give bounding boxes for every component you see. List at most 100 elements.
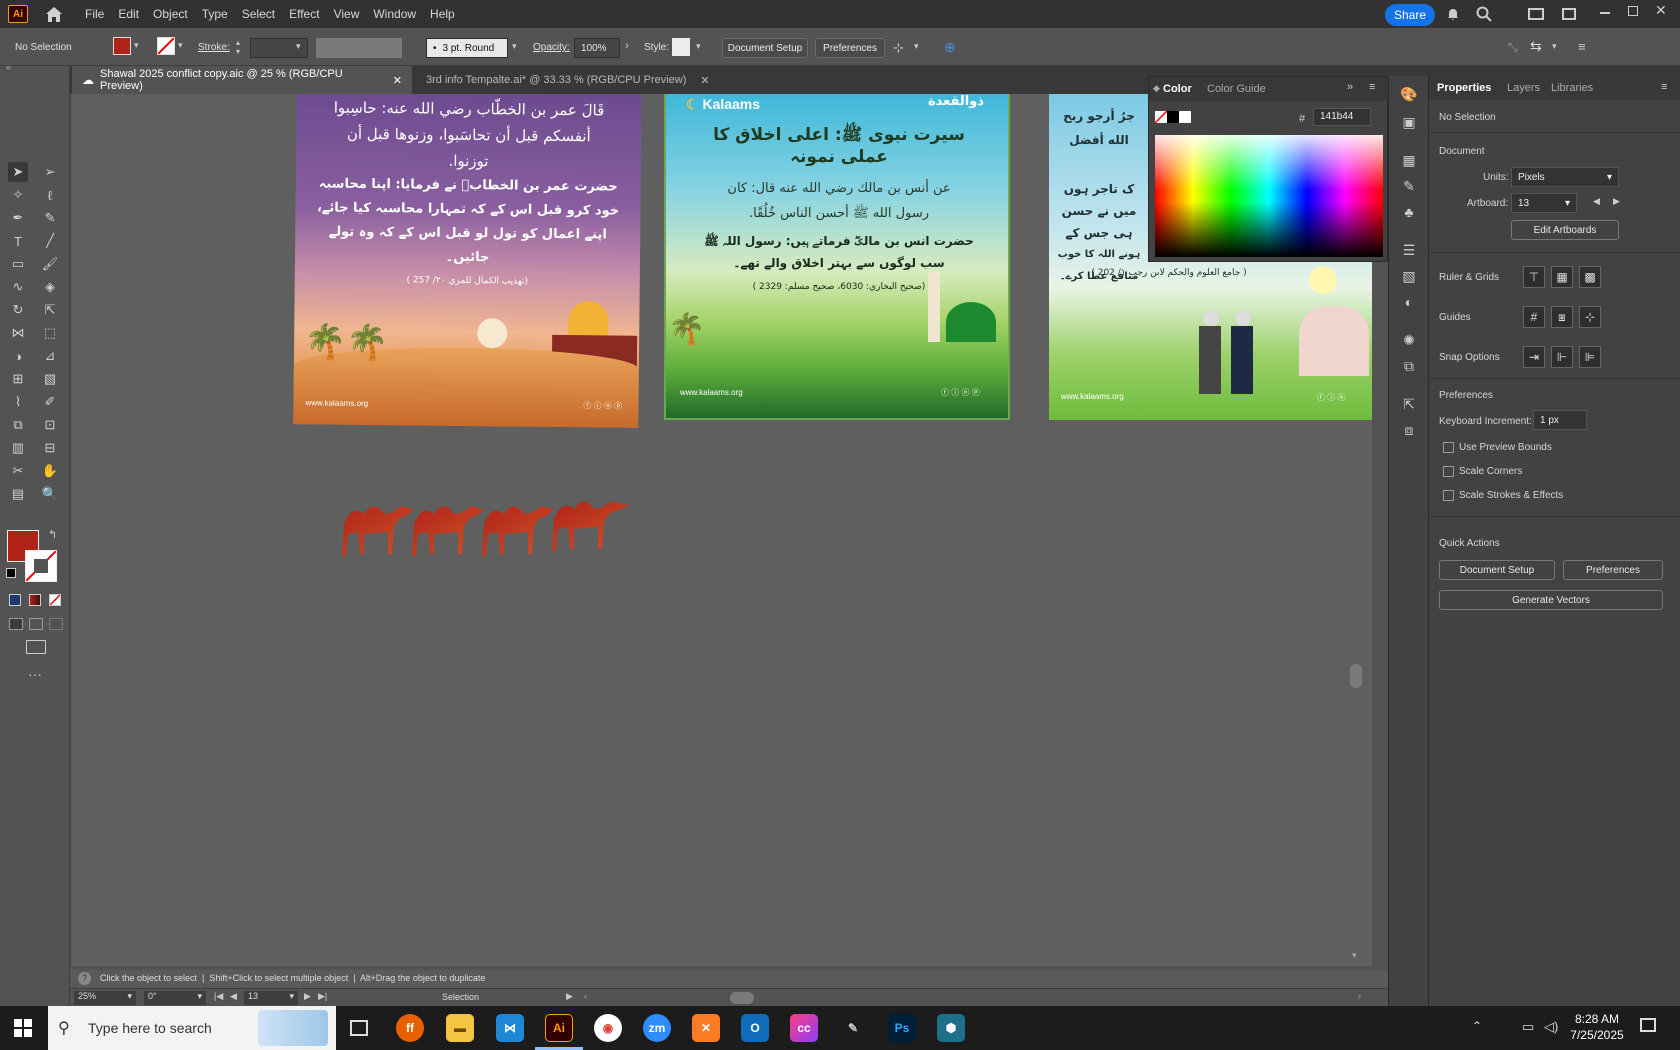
eyedropper-tool-icon[interactable]: ⌇ [8,392,28,412]
artboards-panel-icon[interactable]: ⧈ [1399,420,1419,440]
artboard-purple[interactable]: قَالَ عمر بن الخطّاب رضي الله عنه: حاسِب… [293,94,642,428]
brush-dropdown-icon[interactable]: ▾ [512,41,517,52]
rotate-tool-icon[interactable]: ↻ [8,300,28,320]
edit-artboards-button[interactable]: Edit Artboards [1511,220,1619,240]
style-dropdown-icon[interactable]: ▾ [696,41,701,52]
none-mode-icon[interactable] [49,594,61,606]
volume-icon[interactable]: ◁) [1544,1019,1558,1035]
symbols-icon[interactable]: ♣ [1399,202,1419,222]
libraries-icon[interactable]: ▣ [1399,112,1419,132]
panel-collapse-icon[interactable]: ◆ [1153,83,1160,94]
appearance-icon[interactable]: ✺ [1399,330,1419,350]
curvature-tool-icon[interactable]: ✎ [40,208,60,228]
artboard-tool-icon[interactable]: ⊟ [40,438,60,458]
photoshop-icon[interactable]: Ps [888,1014,916,1042]
zoom-app-icon[interactable]: zm [643,1014,671,1042]
panel-dropdown-icon[interactable]: ▾ [1552,41,1557,52]
previous-artboard-icon[interactable]: ◀ [1593,196,1600,207]
screen-mode-icon[interactable] [26,640,46,654]
menu-effect[interactable]: Effect [282,7,326,21]
brushes-icon[interactable]: ✎ [1399,176,1419,196]
none-swatch[interactable] [1154,110,1168,124]
lasso-tool-icon[interactable]: ℓ [40,185,60,205]
gradient-tool-icon[interactable]: ▧ [40,369,60,389]
preferences-button[interactable]: Preferences [815,38,885,58]
selection-tool-icon[interactable]: ➤ [8,162,28,182]
magic-wand-tool-icon[interactable]: ✧ [8,185,28,205]
panel-menu-icon[interactable]: ≡ [1369,81,1375,93]
draw-inside-icon[interactable] [49,618,63,630]
show-guides-icon[interactable]: # [1523,306,1545,328]
stroke-dropdown-icon[interactable]: ▾ [178,40,183,51]
camel-caravan-artwork[interactable] [334,474,634,564]
stroke-color-box[interactable] [25,550,57,582]
show-hidden-icons[interactable]: ⌃ [1472,1019,1482,1033]
lock-guides-icon[interactable]: ⧆ [1551,306,1573,328]
graphic-style-swatch[interactable] [672,38,690,56]
artboard-nav-field[interactable]: 13 ▾ [244,991,298,1005]
swap-colors-icon[interactable]: ↰ [48,528,57,541]
fill-swatch[interactable] [113,37,131,55]
restore-icon[interactable] [1628,6,1638,16]
gradient-mode-icon[interactable] [29,594,41,606]
next-artboard-nav-icon[interactable]: ▶ [304,991,311,1002]
layers-tool-icon[interactable]: ▤ [8,484,28,504]
snap-to-point-icon[interactable]: ⇥ [1523,346,1545,368]
zoom-tool-icon[interactable]: 🔍 [40,484,60,504]
paintbrush-app-icon[interactable]: ✎ [839,1014,867,1042]
prev-artboard-icon[interactable]: ◀ [230,991,237,1002]
scale-strokes-checkbox[interactable] [1443,490,1454,501]
menu-type[interactable]: Type [195,7,235,21]
draw-behind-icon[interactable] [29,618,43,630]
transparency-grid-icon[interactable]: ▩ [1579,266,1601,288]
help-icon[interactable]: ? [78,972,91,985]
pen-tool-icon[interactable]: ✒ [8,208,28,228]
scroll-down-icon[interactable]: ▾ [1352,950,1357,961]
first-artboard-icon[interactable]: |◀ [214,991,223,1002]
task-view-icon[interactable] [350,1020,368,1036]
artboard-green[interactable]: ☾ Kalaams ذوالقعدة سیرت نبوی ﷺ: اعلی اخل… [664,94,1010,420]
scroll-left-icon[interactable]: ‹ [584,991,587,1001]
swatches-icon[interactable]: ▦ [1399,150,1419,170]
creative-cloud-icon[interactable]: cc [790,1014,818,1042]
gradient-panel-icon[interactable]: ▧ [1399,266,1419,286]
width-tool-icon[interactable]: ⋈ [8,323,28,343]
expand-panel-icon[interactable]: » [1347,81,1353,93]
menu-edit[interactable]: Edit [111,7,146,21]
edit-toolbar-icon[interactable]: ··· [28,666,42,682]
xampp-icon[interactable]: ✕ [692,1014,720,1042]
home-icon[interactable] [44,5,64,23]
tab-shawal-document[interactable]: ☁ Shawal 2025 conflict copy.aic @ 25 % (… [72,66,412,94]
firefox-icon[interactable]: ff [396,1014,424,1042]
use-preview-bounds-checkbox[interactable] [1443,442,1454,453]
scale-corners-checkbox[interactable] [1443,466,1454,477]
toolbar-collapse-icon[interactable]: « [6,62,11,72]
opacity-arrow-icon[interactable]: › [625,40,629,52]
white-swatch[interactable] [1179,111,1191,123]
grid-icon[interactable]: ▦ [1551,266,1573,288]
slice-tool-icon[interactable]: ✂ [8,461,28,481]
eraser-tool-icon[interactable]: ◈ [40,277,60,297]
paintbrush-tool-icon[interactable]: 🖌 [40,254,60,274]
generate-vectors-button[interactable]: Generate Vectors [1439,590,1663,610]
align-icon[interactable]: ⊹ [893,40,904,56]
panel-menu-icon[interactable]: ≡ [1661,81,1667,93]
line-tool-icon[interactable]: ╱ [40,231,60,251]
free-transform-tool-icon[interactable]: ⬚ [40,323,60,343]
zoom-field[interactable]: 25% ▾ [74,991,136,1005]
tab-color[interactable]: Color [1163,83,1192,95]
tab-close-icon[interactable]: ✕ [700,74,709,87]
taskbar-search-box[interactable]: ⚲ Type here to search [48,1006,336,1050]
windows-start-icon[interactable] [14,1019,32,1037]
arrange-panels-icon[interactable]: ⇆ [1530,38,1548,56]
vertical-scrollbar[interactable] [1350,664,1362,688]
color-mode-icon[interactable] [9,594,21,606]
brush-definition[interactable]: • 3 pt. Round [426,38,508,58]
bell-icon[interactable] [1446,7,1460,21]
artboard-select[interactable]: 13 ▾ [1511,193,1577,213]
illustrator-taskbar-icon[interactable]: Ai [545,1014,573,1042]
preferences-quick-button[interactable]: Preferences [1563,560,1663,580]
mesh-tool-icon[interactable]: ⊞ [8,369,28,389]
rulers-icon[interactable]: ⊤ [1523,266,1545,288]
align-dropdown-icon[interactable]: ▾ [914,41,919,52]
